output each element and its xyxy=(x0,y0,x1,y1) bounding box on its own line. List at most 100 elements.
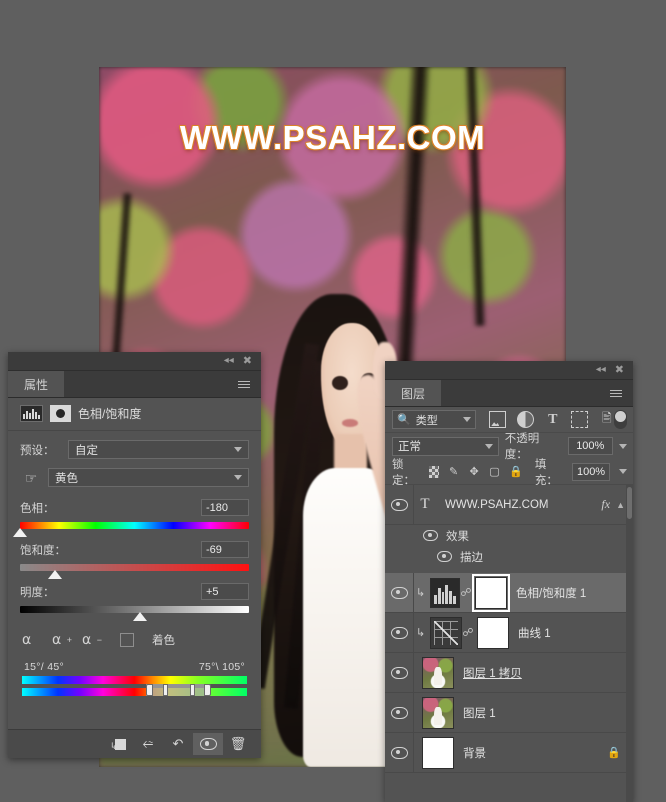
lightness-slider-thumb[interactable] xyxy=(133,612,148,621)
layer-name[interactable]: 色相/饱和度 1 xyxy=(516,585,586,601)
table-row[interactable]: 背景 🔒 xyxy=(385,733,633,773)
layer-visibility-toggle[interactable] xyxy=(385,693,414,732)
link-mask-icon[interactable]: ☍ xyxy=(460,586,472,599)
blend-mode-row: 正常 不透明度： 100% xyxy=(385,433,633,461)
collapse-to-icons-icon[interactable]: ◂◂ xyxy=(596,365,606,375)
fill-chevron-down-icon[interactable] xyxy=(618,469,627,474)
preset-select[interactable]: 自定 xyxy=(68,440,249,459)
eye-icon xyxy=(390,706,408,719)
preset-label: 预设： xyxy=(20,444,55,457)
layer-list[interactable]: T WWW.PSAHZ.COM fx ▲ 效果 描边 ↳ ☍ 色相/饱和度 1 … xyxy=(385,485,633,802)
lightness-value-field[interactable]: +5 xyxy=(201,583,249,600)
saturation-slider-track[interactable] xyxy=(20,564,249,579)
layer-visibility-toggle[interactable] xyxy=(385,733,414,772)
layer-visibility-toggle[interactable] xyxy=(385,653,414,692)
eyedropper-subtract-icon[interactable]: ⍺ − xyxy=(82,631,102,648)
eyedropper-add-icon[interactable]: ⍺ + xyxy=(52,631,72,648)
toggle-visibility-button[interactable] xyxy=(193,733,223,755)
list-item[interactable]: 描边 xyxy=(385,546,633,567)
reset-icon: ↶ xyxy=(172,736,184,751)
channel-select[interactable]: 黄色 xyxy=(48,468,249,487)
opacity-field[interactable]: 100% xyxy=(567,437,613,455)
type-layer-filter-icon[interactable]: T xyxy=(545,412,560,427)
link-mask-icon[interactable]: ☍ xyxy=(462,626,474,639)
eye-icon[interactable] xyxy=(423,530,438,541)
saturation-value-field[interactable]: -69 xyxy=(201,541,249,558)
layer-filter-type-select[interactable]: 🔍 类型 xyxy=(392,410,477,429)
range-outer-left-handle[interactable] xyxy=(145,684,153,696)
lightness-slider-track[interactable] xyxy=(20,606,249,621)
layer-name[interactable]: WWW.PSAHZ.COM xyxy=(445,499,549,511)
effects-group-label: 效果 xyxy=(446,530,469,543)
collapse-to-icons-icon[interactable]: ◂◂ xyxy=(224,356,234,366)
preset-row: 预设： 自定 xyxy=(8,440,261,459)
shape-layer-filter-icon[interactable] xyxy=(571,411,589,428)
toggle-previous-state-button[interactable]: ⭉ xyxy=(133,733,163,755)
adjustment-layer-filter-icon[interactable] xyxy=(517,411,535,428)
layer-thumbnail[interactable] xyxy=(422,696,454,729)
chevron-down-icon xyxy=(484,443,493,449)
smart-object-filter-icon[interactable]: 🖹 xyxy=(599,411,614,427)
table-row[interactable]: T WWW.PSAHZ.COM fx ▲ xyxy=(385,485,633,525)
adjustment-thumbnail[interactable] xyxy=(430,616,462,649)
layer-name[interactable]: 曲线 1 xyxy=(518,625,551,641)
lock-all-icon[interactable]: 🔒 xyxy=(509,465,523,479)
layers-panel[interactable]: ◂◂ ✖ 图层 🔍 类型 T 🖹 正常 不透明度： 100% 锁定： ✎ ✥ ▢… xyxy=(385,361,633,802)
chevron-up-icon[interactable]: ▲ xyxy=(616,500,625,510)
color-range-handles[interactable] xyxy=(22,684,247,696)
table-row[interactable]: 图层 1 xyxy=(385,693,633,733)
range-inner-right-handle[interactable] xyxy=(189,684,195,696)
layer-mask-thumbnail[interactable] xyxy=(472,573,510,612)
color-range-span[interactable] xyxy=(145,684,207,696)
blend-mode-select[interactable]: 正常 xyxy=(392,436,499,456)
tab-layers[interactable]: 图层 xyxy=(385,380,443,406)
layer-name[interactable]: 图层 1 xyxy=(463,705,496,721)
table-row[interactable]: ↳ ☍ 曲线 1 xyxy=(385,613,633,653)
tab-properties[interactable]: 属性 xyxy=(8,371,66,397)
eyedropper-icon[interactable]: ⍺ xyxy=(22,631,39,648)
eye-icon[interactable] xyxy=(437,551,452,562)
lock-position-icon[interactable]: ✥ xyxy=(468,465,479,479)
white-dress xyxy=(302,467,398,767)
fill-field[interactable]: 100% xyxy=(572,462,610,481)
reset-button[interactable]: ↶ xyxy=(163,733,193,755)
lock-pixels-icon[interactable]: ✎ xyxy=(448,465,459,479)
layer-thumbnail[interactable] xyxy=(422,736,454,769)
layer-visibility-toggle[interactable] xyxy=(385,485,414,524)
lock-transparency-icon[interactable] xyxy=(429,465,439,478)
table-row[interactable]: ↳ ☍ 色相/饱和度 1 xyxy=(385,573,633,613)
properties-panel[interactable]: ◂◂ ✖ 属性 色相/饱和度 预设： 自定 ☞ 黄色 色相： -180 饱和度：… xyxy=(8,352,261,758)
layer-mask-icon[interactable] xyxy=(50,405,71,422)
hue-slider-track[interactable] xyxy=(13,522,249,537)
layer-name[interactable]: 背景 xyxy=(463,745,486,761)
range-outer-right-handle[interactable] xyxy=(203,684,211,696)
on-image-adjust-hand-icon[interactable]: ☞ xyxy=(20,469,42,487)
table-row[interactable]: 图层 1 拷贝 xyxy=(385,653,633,693)
layer-visibility-toggle[interactable] xyxy=(385,573,414,612)
close-icon[interactable]: ✖ xyxy=(243,355,252,367)
layer-effects-group[interactable]: 效果 xyxy=(385,525,633,546)
panel-menu-icon[interactable] xyxy=(605,380,633,406)
delete-button[interactable]: 🗑 xyxy=(223,733,253,755)
panel-menu-icon[interactable] xyxy=(233,371,261,397)
clip-to-layer-button[interactable]: ↳ xyxy=(103,733,133,755)
layer-visibility-toggle[interactable] xyxy=(385,613,414,652)
range-inner-left-handle[interactable] xyxy=(162,684,168,696)
colorize-checkbox[interactable] xyxy=(120,632,134,647)
hue-value-field[interactable]: -180 xyxy=(201,499,249,516)
layer-list-scrollbar[interactable] xyxy=(626,485,633,802)
properties-panel-topbar: ◂◂ ✖ xyxy=(8,352,261,371)
lock-artboard-icon[interactable]: ▢ xyxy=(489,465,500,479)
hue-slider-thumb[interactable] xyxy=(13,528,27,537)
scrollbar-thumb[interactable] xyxy=(627,487,632,519)
layer-mask-thumbnail[interactable] xyxy=(477,616,509,649)
filter-enable-toggle[interactable] xyxy=(614,410,627,429)
lightness-label: 明度： xyxy=(20,586,55,599)
close-icon[interactable]: ✖ xyxy=(615,364,624,376)
saturation-slider-thumb[interactable] xyxy=(48,570,63,579)
layer-thumbnail[interactable] xyxy=(422,656,454,689)
layer-name[interactable]: 图层 1 拷贝 xyxy=(463,665,522,681)
adjustment-thumbnail[interactable] xyxy=(430,577,460,608)
pixel-layer-filter-icon[interactable] xyxy=(489,411,507,428)
opacity-chevron-down-icon[interactable] xyxy=(618,443,627,449)
